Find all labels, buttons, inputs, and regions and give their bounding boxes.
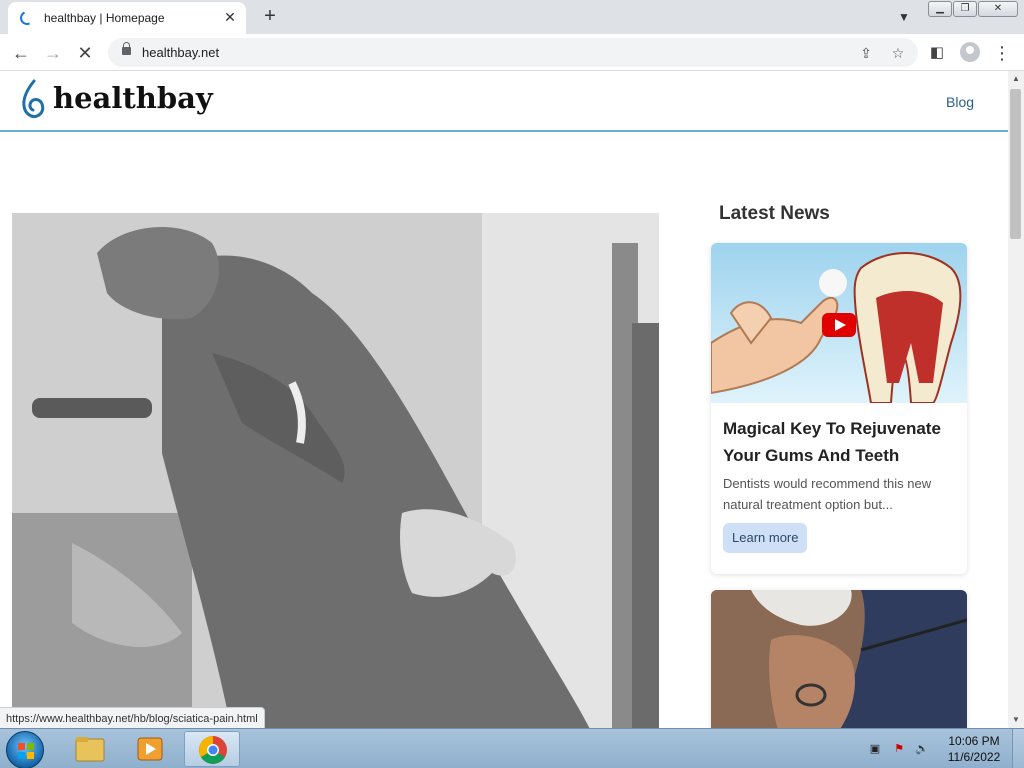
news-card[interactable] — [711, 590, 967, 728]
back-arrow-icon[interactable]: ← — [8, 40, 34, 66]
start-button[interactable] — [6, 731, 44, 768]
clock-time[interactable]: 10:06 PM — [940, 734, 1008, 748]
loading-spinner-icon — [18, 9, 36, 27]
browser-tab[interactable]: healthbay | Homepage ✕ — [8, 2, 246, 34]
media-player-icon — [137, 737, 163, 761]
bookmark-star-icon[interactable]: ☆ — [887, 42, 909, 64]
show-desktop-button[interactable] — [1012, 729, 1024, 768]
news-card-description: Dentists would recommend this new natura… — [723, 476, 932, 512]
news-card-image[interactable] — [711, 590, 967, 728]
clock-date[interactable]: 11/6/2022 — [940, 750, 1008, 764]
status-bar-url: https://www.healthbay.net/hb/blog/sciati… — [0, 707, 265, 729]
menu-kebab-icon[interactable]: ⋮ — [989, 40, 1015, 66]
restore-button[interactable]: ❐ — [953, 1, 977, 17]
chrome-icon — [199, 736, 227, 764]
site-logo-text[interactable]: healthbay — [53, 81, 213, 115]
close-window-button[interactable]: ✕ — [978, 1, 1018, 17]
taskbar-chrome[interactable] — [184, 731, 240, 767]
logo-drop-icon[interactable] — [20, 79, 46, 119]
folder-icon — [75, 737, 105, 762]
site-header: healthbay Blog — [0, 71, 1008, 132]
forward-arrow-icon[interactable]: → — [40, 40, 66, 66]
web-page: healthbay Blog Latest News Magical Key T… — [0, 71, 1008, 728]
news-card-title[interactable]: Magical Key To Rejuvenate Your Gums And … — [723, 415, 959, 469]
gums-teeth-video-thumbnail[interactable] — [711, 243, 967, 403]
stop-loading-icon[interactable]: ✕ — [72, 40, 98, 66]
side-panel-icon[interactable]: ◧ — [924, 40, 950, 66]
action-center-flag-icon[interactable]: ⚑ — [892, 742, 906, 756]
windows-taskbar: ▣ ⚑ 🔈 10:06 PM 11/6/2022 — [0, 728, 1024, 768]
learn-more-button[interactable]: Learn more — [723, 523, 808, 553]
new-tab-button[interactable]: + — [258, 4, 282, 28]
news-card[interactable]: Magical Key To Rejuvenate Your Gums And … — [711, 243, 967, 574]
back-pain-photo — [12, 213, 659, 728]
windows-logo-icon — [18, 743, 34, 759]
taskbar-file-explorer[interactable] — [62, 731, 118, 767]
scrollbar-thumb[interactable] — [1010, 89, 1021, 239]
scroll-up-arrow-icon[interactable]: ▲ — [1008, 71, 1024, 87]
share-icon[interactable]: ⇪ — [855, 42, 877, 64]
latest-news-heading: Latest News — [719, 203, 830, 224]
teeth-illustration — [711, 243, 967, 403]
volume-icon[interactable]: 🔈 — [915, 742, 929, 756]
scroll-down-arrow-icon[interactable]: ▼ — [1008, 712, 1024, 728]
lock-icon[interactable] — [122, 42, 131, 55]
url-text[interactable]: healthbay.net — [142, 45, 219, 60]
close-tab-icon[interactable]: ✕ — [220, 7, 240, 27]
taskbar-media-player[interactable] — [122, 731, 178, 767]
network-icon[interactable]: ▣ — [868, 742, 882, 756]
tab-title: healthbay | Homepage — [44, 11, 165, 25]
minimize-button[interactable]: ▁ — [928, 1, 952, 17]
elderly-man-photo — [711, 590, 967, 728]
tab-search-chevron-down-icon[interactable]: ▼ — [894, 7, 914, 27]
profile-avatar[interactable] — [960, 42, 980, 62]
tab-strip: healthbay | Homepage ✕ + ▼ ▁ ❐ ✕ — [0, 0, 1024, 34]
hero-image[interactable] — [12, 213, 659, 728]
nav-link-blog[interactable]: Blog — [946, 94, 974, 110]
address-bar[interactable]: healthbay.net ⇪ ☆ — [108, 38, 918, 67]
page-scrollbar[interactable]: ▲ ▼ — [1008, 71, 1024, 728]
browser-toolbar: ← → ✕ healthbay.net ⇪ ☆ ◧ ⋮ — [0, 34, 1024, 71]
